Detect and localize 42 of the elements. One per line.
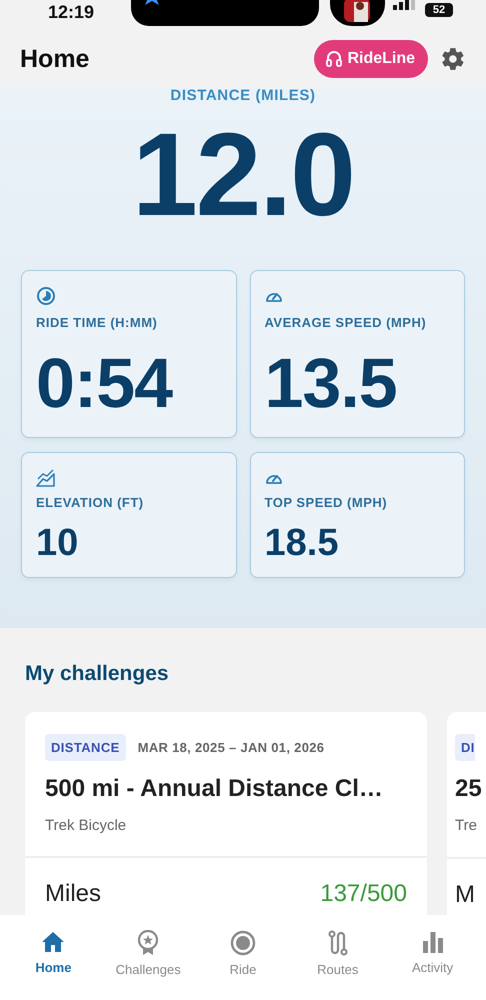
elevation-icon xyxy=(36,469,56,487)
nav-tab[interactable]: Ride xyxy=(200,915,286,975)
stat-label: ELEVATION (FT) xyxy=(36,495,145,510)
challenge-card[interactable]: DISTANCE MAR 18, 2025 – JAN 01, 2026 500 mi - Annual Distance Cl… Trek Bicycle Miles 137/500 xyxy=(25,712,427,915)
nav-tab[interactable]: Routes xyxy=(294,915,381,975)
nav-tab[interactable]: Challenges xyxy=(105,915,192,975)
route-icon xyxy=(326,930,349,956)
record-icon xyxy=(230,930,256,956)
stat-value: 10 xyxy=(36,524,80,562)
sponsor-name: Trek Bicycle xyxy=(45,817,128,834)
challenge-name: 500 mi - Annual Distance Cl… xyxy=(45,775,384,803)
progress-value: 137/500 xyxy=(320,880,407,908)
stat-value: 0:54 xyxy=(36,348,174,418)
battery-level: 52 xyxy=(425,3,453,17)
page-title: Home xyxy=(20,44,90,74)
stat-value: 13.5 xyxy=(264,348,398,418)
section-title: My challenges xyxy=(25,662,170,686)
nav-tab[interactable]: Activity xyxy=(390,915,476,975)
stat-value: 18.5 xyxy=(264,524,340,562)
home-icon xyxy=(41,931,66,953)
distance-value: 12.0 xyxy=(131,116,355,234)
headset-icon xyxy=(326,50,342,68)
rideline-button[interactable]: RideLine xyxy=(314,40,428,78)
timer-icon xyxy=(36,286,56,306)
sponsor-name: Tre xyxy=(455,817,477,834)
category-tag: DISTANCE xyxy=(45,734,126,761)
metric-label: Miles xyxy=(45,880,102,908)
date-range: MAR 18, 2025 – JAN 01, 2026 xyxy=(138,740,324,755)
distance-label: DISTANCE (MILES) xyxy=(169,88,317,104)
challenge-card[interactable]: DI 25 Tre M xyxy=(447,712,486,915)
category-tag: DI xyxy=(455,734,475,761)
bar-chart-icon xyxy=(422,931,444,953)
nav-tab[interactable]: Home xyxy=(10,915,96,975)
metric-label: M xyxy=(455,881,475,909)
stat-label: TOP SPEED (MPH) xyxy=(264,495,388,510)
stat-label: RIDE TIME (H:MM) xyxy=(36,315,158,330)
medal-icon xyxy=(137,930,160,956)
settings-icon[interactable] xyxy=(440,46,466,72)
status-time: 12:19 xyxy=(48,2,94,23)
challenge-name: 25 xyxy=(455,775,482,803)
stat-label: AVERAGE SPEED (MPH) xyxy=(264,315,428,330)
signal-icon xyxy=(393,0,417,10)
